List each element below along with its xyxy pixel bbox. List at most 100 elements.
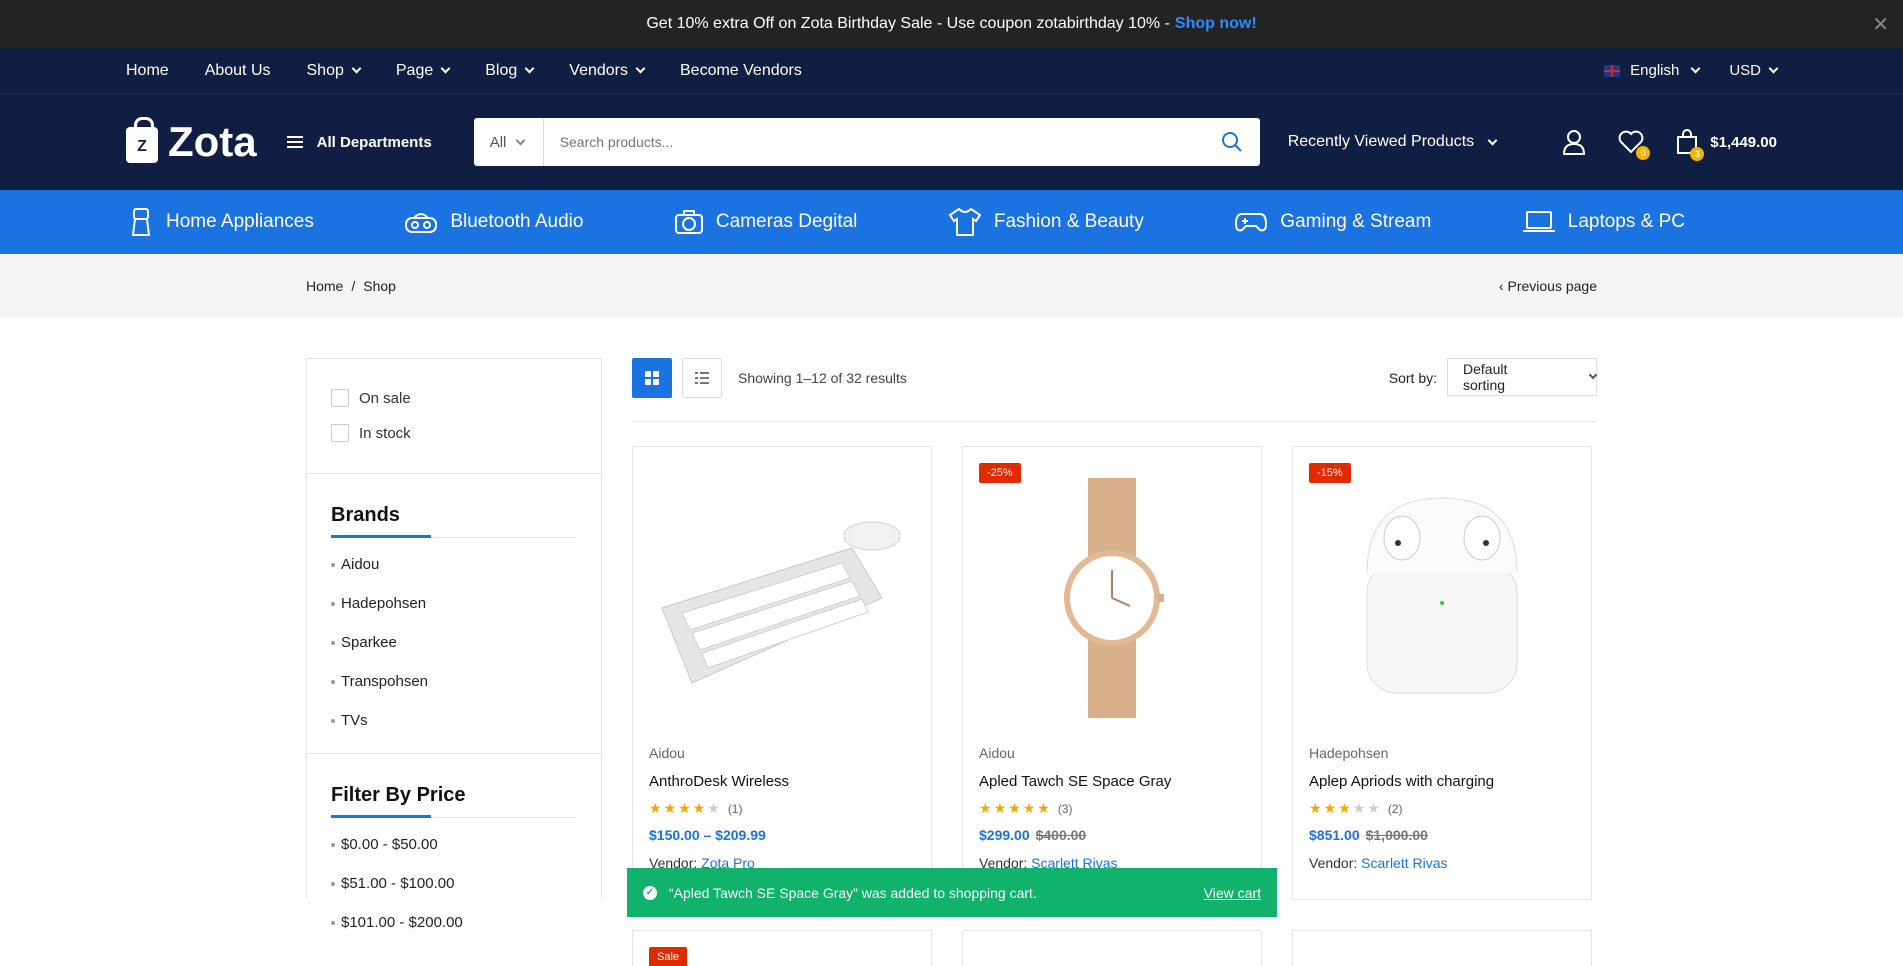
discount-badge: -15% (1309, 463, 1351, 483)
menu-icon (286, 136, 303, 148)
close-icon[interactable]: ✕ (1872, 12, 1889, 37)
product-name[interactable]: Apled Tawch SE Space Gray (979, 773, 1245, 790)
search-category-select[interactable]: All (474, 118, 544, 166)
on-sale-label: On sale (359, 389, 411, 407)
price-range-link[interactable]: $101.00 - $200.00 (331, 914, 577, 931)
search-category-label: All (489, 133, 507, 151)
product-name[interactable]: AnthroDesk Wireless (649, 773, 915, 790)
on-sale-checkbox[interactable]: On sale (331, 389, 577, 407)
account-button[interactable] (1562, 129, 1586, 155)
currency-select[interactable]: USD (1729, 62, 1779, 79)
product-card[interactable] (1292, 930, 1592, 966)
chevron-down-icon (1588, 370, 1598, 380)
list-view-button[interactable] (682, 358, 722, 398)
chevron-down-icon (515, 135, 526, 145)
nav-vendors[interactable]: Vendors (569, 61, 646, 80)
review-count: (1) (727, 801, 743, 816)
speaker-icon (405, 213, 438, 233)
product-name[interactable]: Aplep Apriods with charging (1309, 773, 1575, 790)
product-image[interactable] (649, 463, 915, 733)
shop-now-link[interactable]: Shop now! (1175, 15, 1257, 33)
chevron-down-icon (1487, 135, 1498, 145)
sort-select[interactable]: Default sorting (1447, 358, 1598, 396)
price-old: $1,000.00 (1365, 827, 1428, 843)
grid-icon (645, 371, 659, 385)
product-image[interactable] (979, 463, 1245, 733)
brand-link[interactable]: TVs (331, 712, 577, 729)
star-icon: ★ (707, 800, 720, 816)
grid-view-button[interactable] (632, 358, 672, 398)
product-card[interactable]: -25% Aidou Apled Tawch SE Space Gray ★ ★… (962, 446, 1262, 900)
product-grid-row-2: Sale (632, 930, 1597, 966)
product-price: $150.00 – $209.99 (649, 827, 915, 843)
chevron-down-icon (1768, 63, 1779, 74)
category-fashion[interactable]: Fashion & Beauty (948, 207, 1144, 237)
in-stock-checkbox[interactable]: In stock (331, 424, 577, 442)
language-label: English (1630, 62, 1680, 79)
price-range-link[interactable]: $0.00 - $50.00 (331, 836, 577, 853)
product-card[interactable]: Sale (632, 930, 932, 966)
price-old: $400.00 (1035, 827, 1087, 843)
gamepad-icon (1235, 213, 1268, 232)
product-rating: ★ ★ ★ ★ ★ (1) (649, 800, 915, 817)
brand-link[interactable]: Aidou (331, 556, 577, 573)
nav-about[interactable]: About Us (205, 62, 271, 80)
product-image[interactable] (1309, 463, 1575, 733)
category-home-appliances[interactable]: Home Appliances (130, 207, 314, 237)
brands-title: Brands (331, 504, 577, 538)
recent-label: Recently Viewed Products (1287, 133, 1475, 150)
category-label: Gaming & Stream (1280, 211, 1432, 232)
nav-blog-label: Blog (485, 61, 518, 79)
nav-shop-label: Shop (306, 61, 344, 79)
previous-page-label: Previous page (1507, 278, 1597, 294)
category-gaming[interactable]: Gaming & Stream (1234, 210, 1431, 234)
language-select[interactable]: English (1604, 62, 1701, 79)
product-card[interactable]: Aidou AnthroDesk Wireless ★ ★ ★ ★ ★ (1) $150… (632, 446, 932, 900)
view-cart-link[interactable]: View cart (1204, 885, 1261, 901)
brand-link[interactable]: Hadepohsen (331, 595, 577, 612)
previous-page-link[interactable]: ‹ Previous page (1499, 278, 1597, 294)
site-header: Z Zota All Departments All Recently View… (0, 94, 1903, 190)
nav-become-vendors[interactable]: Become Vendors (680, 62, 802, 80)
nav-shop[interactable]: Shop (306, 61, 362, 80)
product-price: $851.00 $1,000.00 (1309, 827, 1575, 843)
brand-link[interactable]: Transpohsen (331, 673, 577, 690)
discount-badge: -25% (979, 463, 1021, 483)
category-cameras[interactable]: Cameras Degital (674, 209, 857, 235)
vendor-link[interactable]: Scarlett Rivas (1361, 855, 1447, 871)
product-rating: ★ ★ ★ ★ ★ (3) (979, 800, 1245, 817)
category-label: Bluetooth Audio (450, 211, 584, 232)
product-brand: Aidou (979, 745, 1015, 761)
search-input[interactable] (543, 118, 1204, 166)
product-card[interactable] (962, 930, 1262, 966)
price-range-link[interactable]: $51.00 - $100.00 (331, 875, 577, 892)
bag-logo-icon: Z (126, 117, 158, 163)
watch-image (1064, 478, 1164, 718)
breadcrumb-home[interactable]: Home (306, 278, 343, 294)
nav-home[interactable]: Home (126, 62, 169, 80)
stock-filters: On sale In stock (307, 359, 601, 474)
earbuds-image (1366, 497, 1518, 694)
all-departments-button[interactable]: All Departments (286, 134, 432, 151)
category-bluetooth-audio[interactable]: Bluetooth Audio (404, 210, 583, 234)
cart-button[interactable]: 3 $1,449.00 (1676, 129, 1777, 161)
nav-blog[interactable]: Blog (485, 61, 535, 80)
breadcrumb-current: Shop (363, 278, 396, 294)
recently-viewed-dropdown[interactable]: Recently Viewed Products (1287, 133, 1498, 151)
product-card[interactable]: -15% Hadepohsen Aplep Apriods with charg… (1292, 446, 1592, 900)
header-icons: 0 3 $1,449.00 (1562, 129, 1777, 161)
main-nav: Home About Us Shop Page Blog Vendors Bec… (0, 48, 1903, 94)
star-icon: ★ (1323, 800, 1337, 816)
category-laptops[interactable]: Laptops & PC (1522, 210, 1685, 234)
star-icon: ★ (1008, 800, 1021, 816)
brand-link[interactable]: Sparkee (331, 634, 577, 651)
promo-bar: Get 10% extra Off on Zota Birthday Sale … (0, 0, 1903, 48)
breadcrumb: Home / Shop ‹ Previous page (0, 254, 1903, 318)
camera-icon (674, 210, 703, 234)
wishlist-button[interactable]: 0 (1618, 130, 1651, 160)
review-count: (2) (1387, 801, 1403, 816)
nav-page[interactable]: Page (396, 62, 451, 80)
nav-vendors-label: Vendors (569, 61, 628, 79)
site-logo[interactable]: Z Zota (126, 117, 257, 166)
search-button[interactable] (1204, 131, 1260, 153)
